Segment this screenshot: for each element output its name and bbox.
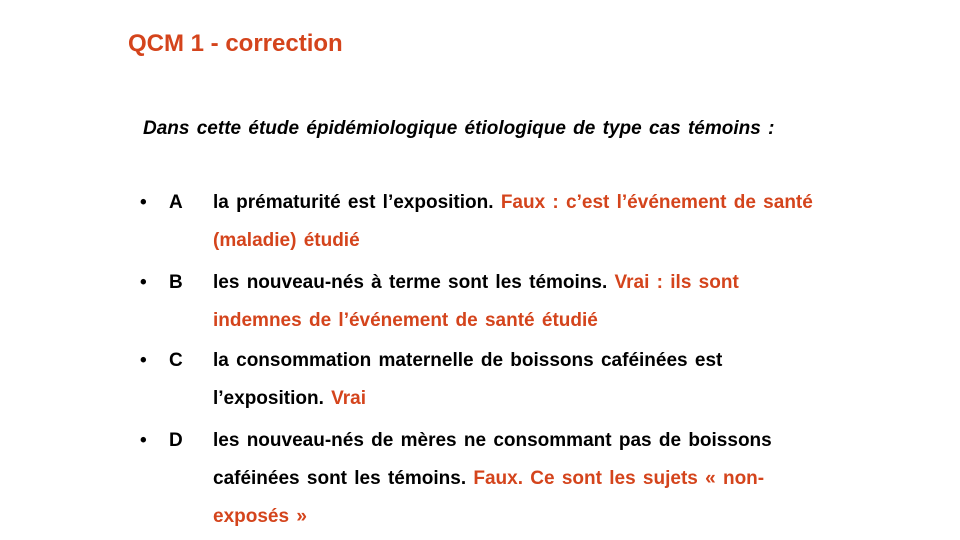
option-a: • A la prématurité est l’exposition. Fau… xyxy=(140,184,840,260)
bullet-icon: • xyxy=(140,272,147,293)
option-correction: Vrai xyxy=(331,388,367,409)
question-intro: Dans cette étude épidémiologique étiolog… xyxy=(143,118,775,139)
option-text: les nouveau-nés à terme sont les témoins… xyxy=(213,264,833,340)
option-statement: la consommation maternelle de boissons c… xyxy=(213,350,723,409)
option-letter: B xyxy=(169,272,183,293)
option-text: la prématurité est l’exposition. Faux : … xyxy=(213,184,833,260)
option-b: • B les nouveau-nés à terme sont les tém… xyxy=(140,264,840,340)
option-letter: D xyxy=(169,430,183,451)
option-c: • C la consommation maternelle de boisso… xyxy=(140,342,840,418)
option-letter: C xyxy=(169,350,183,371)
slide-title: QCM 1 - correction xyxy=(128,30,343,57)
bullet-icon: • xyxy=(140,192,147,213)
option-text: les nouveau-nés de mères ne consommant p… xyxy=(213,422,833,536)
option-statement: la prématurité est l’exposition. xyxy=(213,192,494,213)
option-text: la consommation maternelle de boissons c… xyxy=(213,342,833,418)
option-d: • D les nouveau-nés de mères ne consomma… xyxy=(140,422,840,536)
bullet-icon: • xyxy=(140,350,147,371)
option-letter: A xyxy=(169,192,183,213)
option-statement: les nouveau-nés à terme sont les témoins… xyxy=(213,272,608,293)
bullet-icon: • xyxy=(140,430,147,451)
